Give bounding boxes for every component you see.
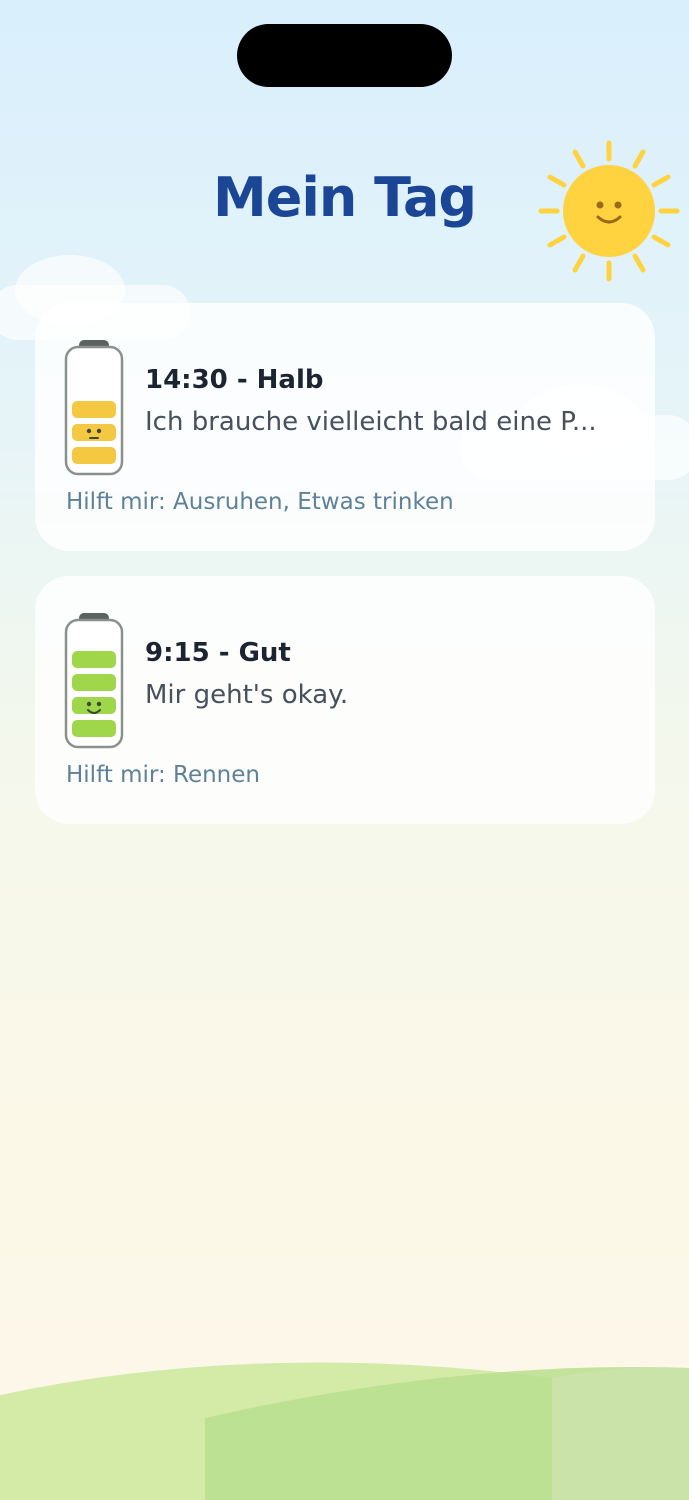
mood-entry-card[interactable]: 14:30 - Halb Ich brauche vielleicht bald… xyxy=(35,303,655,551)
battery-full-icon xyxy=(64,613,124,749)
entry-title: 9:15 - Gut xyxy=(145,638,291,668)
hills-decoration xyxy=(0,1362,689,1500)
mood-entry-card[interactable]: 9:15 - Gut Mir geht's okay. Hilft mir: R… xyxy=(35,576,655,824)
entry-helps: Hilft mir: Rennen xyxy=(66,762,260,788)
entry-helps: Hilft mir: Ausruhen, Etwas trinken xyxy=(66,489,454,515)
battery-half-icon xyxy=(64,340,124,476)
entry-title: 14:30 - Halb xyxy=(145,365,324,395)
sun-icon xyxy=(538,140,680,282)
entry-text: Mir geht's okay. xyxy=(145,680,349,710)
camera-notch xyxy=(237,24,452,87)
entry-text: Ich brauche vielleicht bald eine P... xyxy=(145,407,597,437)
